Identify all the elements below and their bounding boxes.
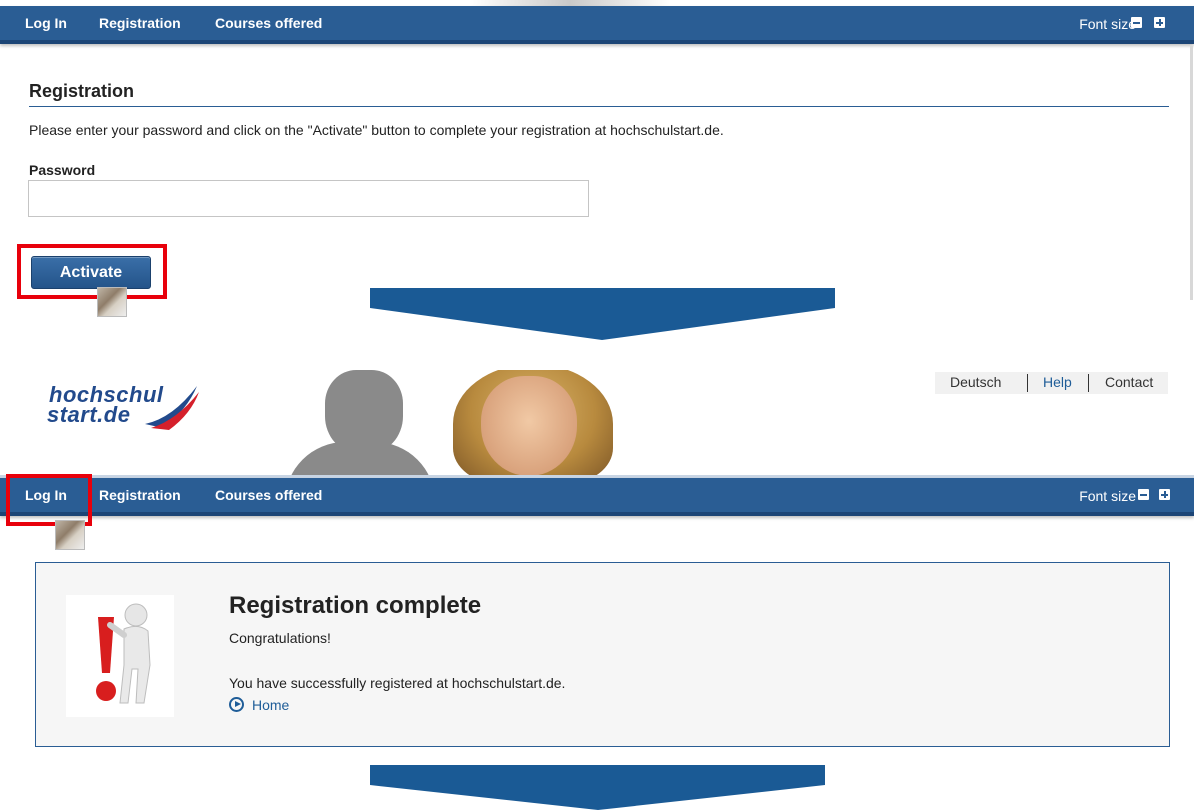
completion-message: You have successfully registered at hoch…	[229, 675, 566, 691]
exclamation-figure-image	[66, 595, 174, 717]
play-circle-icon	[229, 697, 244, 712]
logo-text-line2: start.de	[47, 402, 131, 427]
home-link[interactable]: Home	[229, 697, 289, 713]
hochschulstart-logo[interactable]: hochschul start.de	[47, 382, 207, 442]
completion-congrats: Congratulations!	[229, 630, 331, 646]
cursor-thumbnail	[97, 287, 127, 317]
link-contact[interactable]: Contact	[1105, 374, 1153, 390]
highlight-box-login	[6, 474, 92, 526]
font-decrease-icon[interactable]	[1138, 489, 1149, 500]
highlight-box-activate	[17, 244, 167, 299]
header-hero-image	[285, 370, 663, 478]
page-right-edge	[1190, 46, 1193, 300]
nav-registration[interactable]: Registration	[99, 15, 181, 31]
registration-instruction: Please enter your password and click on …	[29, 122, 724, 138]
registration-title: Registration	[29, 81, 135, 101]
nav-login[interactable]: Log In	[25, 15, 67, 31]
flow-arrow	[358, 765, 846, 810]
cursor-thumbnail	[55, 520, 85, 550]
arrow-down-icon	[370, 288, 835, 340]
main-nav-bar: Log In Registration Courses offered Font…	[0, 6, 1194, 44]
font-size-label: Font size	[1079, 16, 1136, 32]
flow-arrow	[358, 288, 846, 340]
utility-links: Deutsch Help Contact	[935, 372, 1168, 394]
font-size-label: Font size	[1079, 488, 1136, 504]
completion-title: Registration complete	[229, 592, 482, 619]
home-link-label: Home	[252, 697, 290, 713]
registration-complete-panel: Registration complete Congratulations! Y…	[35, 562, 1170, 747]
nav-registration[interactable]: Registration	[99, 487, 181, 503]
main-nav-bar-2: Log In Registration Courses offered Font…	[0, 478, 1194, 516]
link-help[interactable]: Help	[1043, 374, 1072, 390]
arrow-down-icon	[370, 765, 825, 810]
logo-swoosh-icon	[145, 386, 199, 430]
font-increase-icon[interactable]	[1159, 489, 1170, 500]
exclamation-icon	[96, 603, 151, 704]
person-face	[481, 376, 577, 476]
link-separator	[1088, 374, 1089, 392]
title-divider	[29, 106, 1169, 107]
font-increase-icon[interactable]	[1154, 17, 1165, 28]
font-decrease-icon[interactable]	[1131, 17, 1142, 28]
password-input[interactable]	[28, 180, 589, 217]
link-deutsch[interactable]: Deutsch	[950, 374, 1001, 390]
nav-courses-offered[interactable]: Courses offered	[215, 487, 322, 503]
password-label: Password	[29, 162, 96, 178]
silhouette-head	[325, 370, 403, 454]
nav-courses-offered[interactable]: Courses offered	[215, 15, 322, 31]
link-separator	[1027, 374, 1028, 392]
